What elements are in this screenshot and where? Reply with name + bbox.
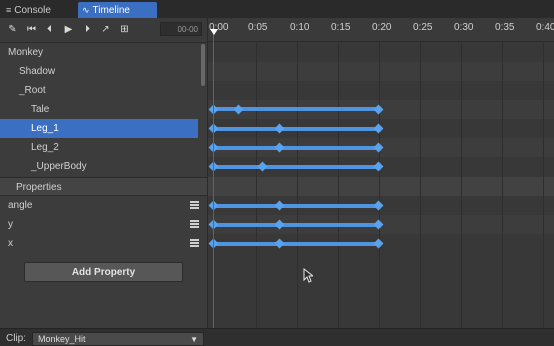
grid-line bbox=[420, 42, 421, 328]
frame-field[interactable]: 00-00 bbox=[160, 22, 202, 36]
ruler-label: 0:35 bbox=[495, 22, 515, 33]
tree-item-label: Shadow bbox=[19, 66, 56, 77]
playhead-handle[interactable] bbox=[210, 29, 218, 35]
tree-item-monkey[interactable]: Monkey bbox=[0, 43, 198, 62]
timeline-icon: ∿ bbox=[82, 5, 90, 15]
grid-line bbox=[338, 42, 339, 328]
keyframe-span bbox=[214, 165, 379, 169]
menu-icon[interactable] bbox=[190, 239, 199, 247]
grid-line bbox=[256, 42, 257, 328]
property-row-x[interactable]: x bbox=[0, 234, 207, 253]
edit-icon[interactable]: ✎ bbox=[6, 23, 19, 36]
menu-icon[interactable] bbox=[190, 201, 199, 209]
tree-item-label: Leg_1 bbox=[31, 123, 59, 134]
tab-timeline-label: Timeline bbox=[92, 5, 130, 16]
clip-select[interactable]: Monkey_Hit ▼ bbox=[32, 332, 204, 346]
grid-line bbox=[461, 42, 462, 328]
ruler-label: 0:20 bbox=[372, 22, 392, 33]
tree-item-upperbody[interactable]: _UpperBody bbox=[0, 157, 198, 176]
open-external-icon[interactable]: ↗ bbox=[99, 23, 112, 36]
tab-console-label: Console bbox=[14, 5, 51, 16]
ruler-label: 0:15 bbox=[331, 22, 351, 33]
properties-header: Properties bbox=[0, 177, 207, 196]
next-frame-icon[interactable]: ⏵ bbox=[81, 23, 94, 36]
tree-item-label: Leg_2 bbox=[31, 142, 59, 153]
property-label: y bbox=[8, 219, 13, 230]
prev-frame-icon[interactable]: ⏴ bbox=[43, 23, 56, 36]
tree-item-label: _UpperBody bbox=[31, 161, 87, 172]
grid-line bbox=[543, 42, 544, 328]
tree-item-label: _Root bbox=[19, 85, 46, 96]
keyframe-span bbox=[214, 242, 379, 246]
tab-bar: ≡ Console ∿ Timeline bbox=[0, 0, 554, 18]
tree-item-leg-2[interactable]: Leg_2 bbox=[0, 138, 198, 157]
time-ruler[interactable]: 0:00 0:05 0:10 0:15 0:20 0:25 0:30 0:35 … bbox=[208, 18, 554, 42]
tree-scrollbar[interactable] bbox=[201, 44, 205, 86]
play-icon[interactable]: ▶ bbox=[62, 23, 75, 36]
property-label: angle bbox=[8, 200, 33, 211]
grid-line bbox=[379, 42, 380, 328]
keyframe-span bbox=[214, 127, 379, 131]
grid-line bbox=[297, 42, 298, 328]
property-row-y[interactable]: y bbox=[0, 215, 207, 234]
playhead[interactable] bbox=[213, 30, 214, 328]
chevron-down-icon: ▼ bbox=[190, 335, 198, 344]
menu-icon[interactable] bbox=[190, 220, 199, 228]
ruler-label: 0:10 bbox=[290, 22, 310, 33]
mouse-cursor-icon bbox=[303, 268, 313, 283]
ruler-label: 0:25 bbox=[413, 22, 433, 33]
property-row-angle[interactable]: angle bbox=[0, 196, 207, 215]
keyframe-span bbox=[214, 146, 379, 150]
ruler-label: 0:40 bbox=[536, 22, 554, 33]
grid-line bbox=[502, 42, 503, 328]
add-property-button[interactable]: Add Property bbox=[24, 262, 183, 282]
console-icon: ≡ bbox=[6, 5, 12, 15]
keyframe-span bbox=[214, 223, 379, 227]
add-icon[interactable]: ⊞ bbox=[118, 23, 131, 36]
tree-item-label: Monkey bbox=[8, 47, 44, 58]
tree-item-label: Tale bbox=[31, 104, 50, 115]
tree-item-shadow[interactable]: Shadow bbox=[0, 62, 198, 81]
tree-item-root[interactable]: _Root bbox=[0, 81, 198, 100]
clip-label: Clip: bbox=[6, 333, 27, 344]
ruler-label: 0:05 bbox=[248, 22, 268, 33]
keyframe-span bbox=[214, 204, 379, 208]
tree-item-tale[interactable]: Tale bbox=[0, 100, 198, 119]
property-label: x bbox=[8, 238, 13, 249]
ruler-label: 0:30 bbox=[454, 22, 474, 33]
first-frame-icon[interactable]: ⏮ bbox=[25, 23, 38, 36]
tree-item-leg-1[interactable]: Leg_1 bbox=[0, 119, 198, 138]
tab-console[interactable]: ≡ Console bbox=[2, 2, 72, 18]
clip-select-value: Monkey_Hit bbox=[38, 334, 86, 344]
tab-timeline[interactable]: ∿ Timeline bbox=[78, 2, 157, 18]
